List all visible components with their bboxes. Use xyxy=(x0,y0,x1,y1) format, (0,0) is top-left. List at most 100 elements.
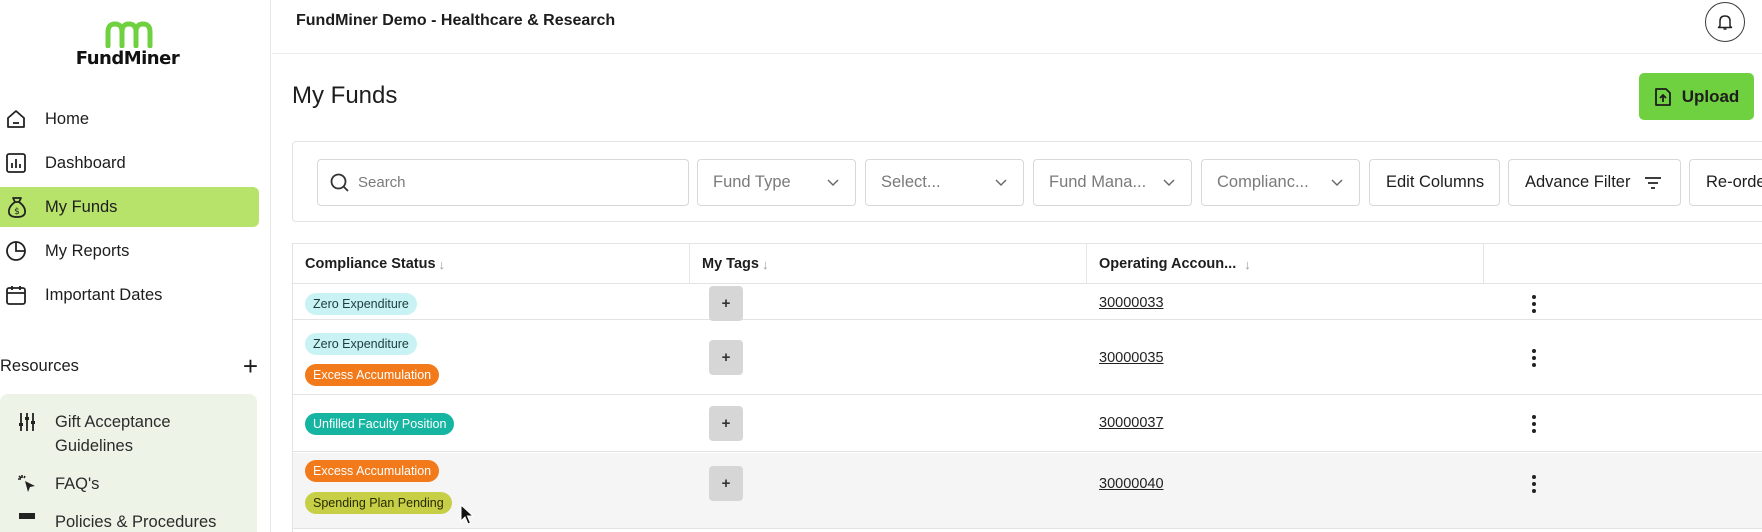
operating-account-cell: 30000040 xyxy=(1087,453,1484,528)
reorder-button[interactable]: Re-orde xyxy=(1689,159,1762,206)
more-options-icon[interactable] xyxy=(1524,472,1544,496)
bell-icon xyxy=(1717,15,1733,30)
search-field[interactable] xyxy=(317,159,689,206)
cursor-click-icon xyxy=(16,472,55,496)
sidebar: FundMiner Home Dashboard $ My Funds My R… xyxy=(0,0,271,532)
page-title: My Funds xyxy=(292,82,398,109)
resource-item-gift-acceptance[interactable]: Gift Acceptance Guidelines xyxy=(0,410,257,458)
bar-chart-icon xyxy=(5,151,35,175)
status-badge: Spending Plan Pending xyxy=(305,492,452,514)
resource-item-label: Policies & Procedures xyxy=(55,513,217,531)
sidebar-item-my-reports[interactable]: My Reports xyxy=(0,231,270,271)
sort-arrow-icon: ↓ xyxy=(1244,256,1251,272)
compliance-status-cell: Excess Accumulation Spending Plan Pendin… xyxy=(305,453,685,528)
account-link[interactable]: 30000037 xyxy=(1099,415,1164,431)
table-header: Compliance Status ↓ My Tags ↓ Operating Ac… xyxy=(293,244,1762,284)
add-tag-button[interactable]: + xyxy=(709,340,743,375)
sidebar-item-home[interactable]: Home xyxy=(0,99,270,139)
home-icon xyxy=(5,107,35,131)
fundminer-logo[interactable]: FundMiner xyxy=(75,20,180,69)
search-icon xyxy=(330,173,349,192)
sidebar-item-my-funds[interactable]: $ My Funds xyxy=(0,187,259,227)
chevron-down-icon xyxy=(1331,179,1343,186)
fund-type-dropdown[interactable]: Fund Type xyxy=(697,159,856,206)
account-link[interactable]: 30000033 xyxy=(1099,295,1164,311)
funds-table: Compliance Status ↓ My Tags ↓ Operating Ac… xyxy=(292,243,1762,532)
edit-columns-button[interactable]: Edit Columns xyxy=(1369,159,1500,206)
logo-text: FundMiner xyxy=(75,48,180,69)
org-title: FundMiner Demo - Healthcare & Research xyxy=(296,12,616,29)
advance-filter-button[interactable]: Advance Filter xyxy=(1508,159,1681,206)
add-resource-button[interactable]: + xyxy=(243,353,258,379)
document-icon xyxy=(16,510,55,532)
compliance-status-cell: Unfilled Faculty Position xyxy=(305,396,685,451)
account-link[interactable]: 30000040 xyxy=(1099,476,1164,492)
resources-title: Resources xyxy=(0,356,79,375)
calendar-icon xyxy=(5,283,35,307)
resource-item-policies[interactable]: Policies & Procedures xyxy=(0,510,257,532)
resources-panel: Gift Acceptance Guidelines FAQ's Policies… xyxy=(0,394,257,532)
pie-chart-icon xyxy=(5,239,35,263)
status-badge: Unfilled Faculty Position xyxy=(305,413,455,435)
my-tags-cell: + xyxy=(690,453,1087,528)
resource-item-label: Gift Acceptance Guidelines xyxy=(55,413,171,455)
sort-arrow-icon: ↓ xyxy=(761,256,769,272)
sliders-icon xyxy=(16,410,55,434)
more-options-icon[interactable] xyxy=(1524,346,1544,370)
upload-button[interactable]: Upload xyxy=(1639,73,1754,120)
resources-header: Resources + xyxy=(0,352,260,380)
sidebar-item-label: My Reports xyxy=(45,241,130,260)
sort-arrow-icon: ↓ xyxy=(438,256,446,272)
sidebar-item-label: Important Dates xyxy=(45,285,163,304)
resource-item-label: FAQ's xyxy=(55,475,100,493)
sidebar-item-important-dates[interactable]: Important Dates xyxy=(0,275,270,315)
upload-label: Upload xyxy=(1681,86,1740,106)
sidebar-nav: Home Dashboard $ My Funds My Reports Imp… xyxy=(0,99,270,319)
status-badge: Zero Expenditure xyxy=(305,333,417,355)
top-bar: FundMiner Demo - Healthcare & Research xyxy=(272,0,1762,54)
notifications-button[interactable] xyxy=(1705,2,1745,42)
operating-account-cell: 30000035 xyxy=(1087,321,1484,394)
compliance-dropdown[interactable]: Complianc... xyxy=(1201,159,1360,206)
resource-item-faqs[interactable]: FAQ's xyxy=(0,472,257,496)
more-options-icon[interactable] xyxy=(1524,292,1544,316)
upload-file-icon xyxy=(1654,87,1672,107)
dropdown-label: Fund Mana... xyxy=(1049,173,1147,191)
compliance-status-cell: Zero Expenditure Excess Accumulation xyxy=(305,321,685,394)
column-header-compliance-status[interactable]: Compliance Status ↓ xyxy=(293,244,690,284)
chevron-down-icon xyxy=(1163,179,1175,186)
chevron-down-icon xyxy=(827,179,839,186)
dropdown-label: Fund Type xyxy=(713,173,791,191)
chevron-down-icon xyxy=(995,179,1007,186)
table-row[interactable]: Unfilled Faculty Position + 30000037 xyxy=(293,396,1762,452)
fund-manager-dropdown[interactable]: Fund Mana... xyxy=(1033,159,1192,206)
table-row[interactable]: Excess Accumulation Spending Plan Pendin… xyxy=(293,453,1762,529)
my-tags-cell: + xyxy=(690,321,1087,394)
status-badge: Zero Expenditure xyxy=(305,293,417,315)
search-input[interactable] xyxy=(358,174,658,191)
status-badge: Excess Accumulation xyxy=(305,460,440,482)
add-tag-button[interactable]: + xyxy=(709,466,743,501)
dropdown-label: Complianc... xyxy=(1217,173,1309,191)
status-badge: Excess Accumulation xyxy=(305,364,440,386)
my-tags-cell: + xyxy=(690,396,1087,451)
app-window: FundMiner Home Dashboard $ My Funds My R… xyxy=(0,0,1762,532)
column-header-operating-account[interactable]: Operating Accoun... ↓ xyxy=(1087,244,1484,284)
select-dropdown[interactable]: Select... xyxy=(865,159,1024,206)
filter-bar: Fund Type Select... Fund Mana... Complia… xyxy=(292,141,1762,222)
operating-account-cell: 30000037 xyxy=(1087,396,1484,451)
column-header-my-tags[interactable]: My Tags ↓ xyxy=(690,244,1087,284)
logo-mark-icon xyxy=(105,21,152,48)
add-tag-button[interactable]: + xyxy=(709,406,743,441)
filter-lines-icon xyxy=(1645,176,1662,189)
account-link[interactable]: 30000035 xyxy=(1099,350,1164,366)
sidebar-item-label: Dashboard xyxy=(45,153,126,172)
sidebar-item-label: Home xyxy=(45,109,90,128)
sidebar-item-dashboard[interactable]: Dashboard xyxy=(0,143,270,183)
add-tag-button[interactable]: + xyxy=(709,286,743,321)
money-bag-icon: $ xyxy=(5,195,35,219)
sidebar-item-label: My Funds xyxy=(45,197,118,216)
more-options-icon[interactable] xyxy=(1524,412,1544,436)
table-row[interactable]: Zero Expenditure Excess Accumulation + 3… xyxy=(293,321,1762,395)
dropdown-label: Select... xyxy=(881,173,941,191)
